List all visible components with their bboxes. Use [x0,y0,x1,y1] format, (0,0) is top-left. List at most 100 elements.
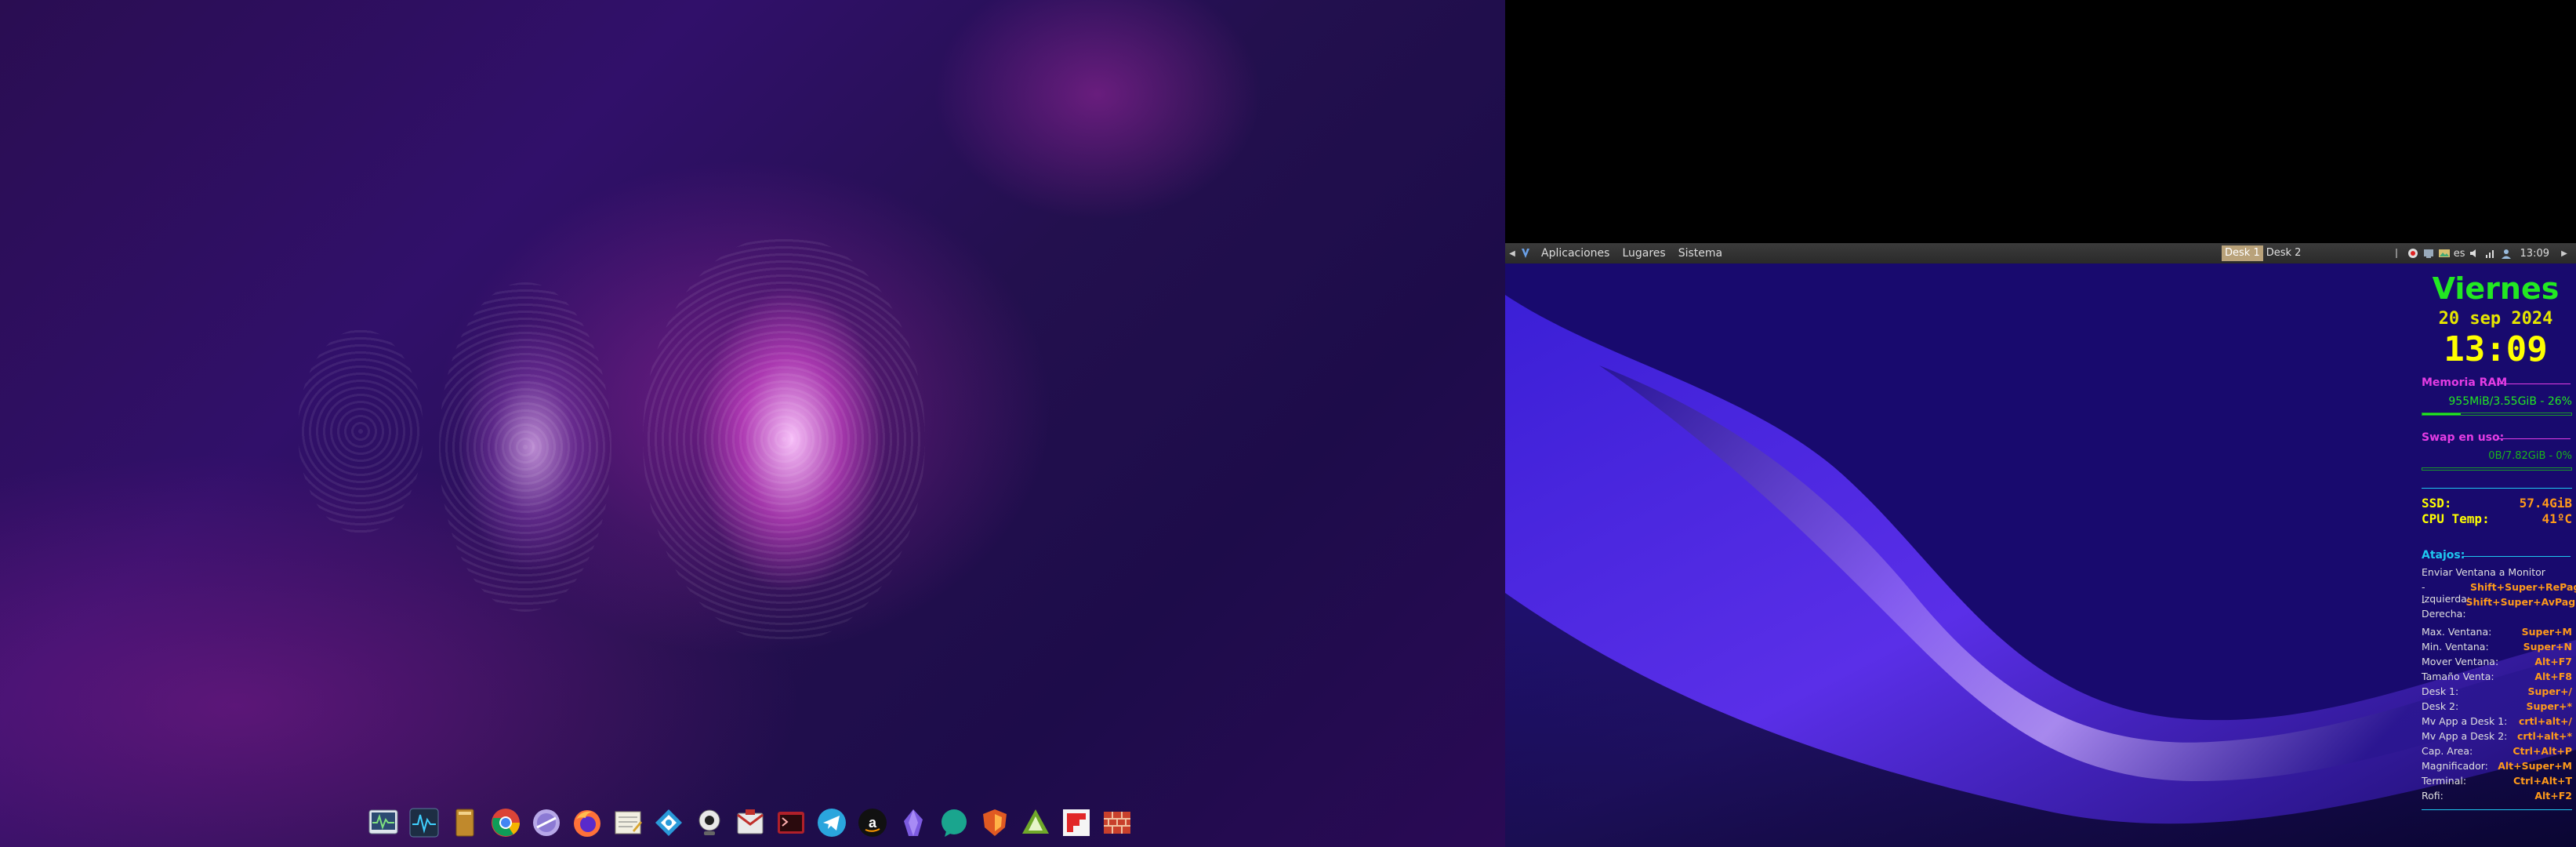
top-panel: ◀ Aplicaciones Lugares Sistema Desk 1 De… [1505,243,2576,264]
tray-keyboard-layout[interactable]: es [2454,247,2465,260]
amazon-icon[interactable]: a [854,805,890,841]
shortcut-row: Mv App a Desk 1: crtl+alt+/ [2422,715,2572,727]
conky-ram-value-row: 955MiB/3.55GiB - 26% [2422,395,2572,408]
shortcut-row: Rofi: Alt+F2 [2422,790,2572,802]
tray-record-icon[interactable] [2407,247,2419,260]
shortcut-label: Desk 2: [2422,700,2459,712]
shortcut-label: Mv App a Desk 1: [2422,715,2508,727]
shortcut-row: Min. Ventana: Super+N [2422,641,2572,653]
menu-aplicaciones[interactable]: Aplicaciones [1535,247,1616,260]
conky-ram-value: 955MiB/3.55GiB - 26% [2448,395,2572,408]
workspace-switcher: Desk 1 Desk 2 [2222,245,2304,261]
conky-ssd-label: SSD: [2422,496,2452,511]
conky-send-right-row: -Derecha: Shift+Super+AvPag [2422,596,2575,620]
system-tray: es 13:09 ▶ [2391,243,2571,264]
conky-send-title-row: Enviar Ventana a Monitor [2422,566,2572,578]
conky-swap-value-row: 0B/7.82GiB - 0% [2422,450,2572,462]
app-menu-logo-icon[interactable] [1519,247,1532,260]
conky-cpu-value: 41ºC [2542,511,2572,526]
menu-lugares[interactable]: Lugares [1616,247,1671,260]
chat-icon[interactable] [936,805,971,841]
webcam-icon[interactable] [691,805,727,841]
conky-divider [2422,488,2572,489]
disk-icon[interactable] [528,805,564,841]
firewall-icon[interactable] [1099,805,1134,841]
conky-date: 20 sep 2024 [2438,309,2553,329]
shortcut-row: Desk 2: Super+* [2422,700,2572,712]
shortcut-label: Min. Ventana: [2422,641,2489,653]
firefox-icon[interactable] [569,805,604,841]
conky-day: Viernes [2432,271,2560,306]
conky-atajos-header-label: Atajos: [2422,549,2465,562]
shortcut-value: crtl+alt+/ [2518,715,2572,727]
conky-bottom-divider [2422,809,2572,810]
shortcut-label: Magnificador: [2422,760,2488,772]
conky-swap-value: 0B/7.82GiB - 0% [2488,450,2572,462]
terminal-icon[interactable] [773,805,808,841]
conky-cpu-label: CPU Temp: [2422,511,2490,526]
shortcut-value: Alt+F2 [2534,790,2572,802]
shortcut-label: Terminal: [2422,775,2467,787]
book-reader-icon[interactable] [447,805,482,841]
flipboard-icon[interactable] [1058,805,1094,841]
shortcut-value: Super+* [2526,700,2572,712]
workspace-desk-1[interactable]: Desk 1 [2222,245,2263,261]
tray-network-manager-icon[interactable] [2422,247,2435,260]
conky-send-title: Enviar Ventana a Monitor [2422,566,2545,578]
conky-ram-header: Memoria RAM [2422,376,2571,389]
shortcut-label: Mv App a Desk 2: [2422,730,2508,742]
svg-text:a: a [868,815,876,831]
conky-ram-bar [2422,413,2572,416]
left-desktop-wallpaper: a [0,0,1505,847]
shortcut-row: Cap. Area: Ctrl+Alt+P [2422,745,2572,757]
panel-right-arrow-icon[interactable]: ▶ [2557,249,2571,258]
telegram-icon[interactable] [814,805,849,841]
shortcut-row: Mover Ventana: Alt+F7 [2422,656,2572,667]
workspace-desk-2[interactable]: Desk 2 [2263,245,2305,261]
conky-ssd-row: SSD: 57.4GiB [2422,496,2572,511]
shortcut-label: Mover Ventana: [2422,656,2499,667]
tray-volume-icon[interactable] [2469,247,2481,260]
obsidian-icon[interactable] [895,805,931,841]
raindrops-texture [439,282,611,612]
conky-ram-bar-fill [2422,413,2462,415]
conky-cpu-row: CPU Temp: 41ºC [2422,511,2572,526]
shortcut-row: Max. Ventana: Super+M [2422,626,2572,638]
conky-atajos-header: Atajos: [2422,549,2571,562]
tray-user-icon[interactable] [2500,247,2513,260]
shield-icon[interactable] [977,805,1012,841]
chrome-icon[interactable] [488,805,523,841]
conky-swap-header: Swap en uso: [2422,431,2571,444]
tray-drag-handle-icon [2391,247,2404,260]
panel-clock[interactable]: 13:09 [2516,248,2554,260]
tray-image-viewer-icon[interactable] [2438,247,2451,260]
kdeconnect-icon[interactable] [651,805,686,841]
shortcut-value: Super+/ [2527,685,2572,697]
conky-swap-divider [2497,438,2571,439]
shortcut-row: Tamaño Venta: Alt+F8 [2422,671,2572,682]
panel-left-arrow-icon[interactable]: ◀ [1505,249,1519,258]
text-editor-icon[interactable] [610,805,645,841]
conky-send-right-label: -Derecha: [2422,596,2466,620]
activity-monitor-icon[interactable] [406,805,441,841]
conky-swap-bar [2422,467,2572,471]
shortcut-value: Super+N [2523,641,2572,653]
conky-ram-header-label: Memoria RAM [2422,376,2508,389]
shortcut-value: Alt+F7 [2534,656,2572,667]
tray-signal-icon[interactable] [2484,247,2497,260]
system-monitor-icon[interactable] [365,805,401,841]
shortcut-value: Ctrl+Alt+T [2513,775,2572,787]
shortcut-label: Desk 1: [2422,685,2459,697]
inkscape-icon[interactable] [1018,805,1053,841]
mail-icon[interactable] [732,805,767,841]
shortcut-row: Terminal: Ctrl+Alt+T [2422,775,2572,787]
conky-widget: Viernes 20 sep 2024 13:09 Memoria RAM 95… [2415,264,2576,847]
conky-ssd-value: 57.4GiB [2519,496,2572,511]
conky-swap-header-label: Swap en uso: [2422,431,2505,444]
shortcut-row: Desk 1: Super+/ [2422,685,2572,697]
shortcut-value: Ctrl+Alt+P [2513,745,2572,757]
shortcut-value: Super+M [2521,626,2572,638]
menu-sistema[interactable]: Sistema [1672,247,1729,260]
conky-time: 13:09 [2444,329,2548,369]
shortcut-value: Alt+Super+M [2498,760,2572,772]
